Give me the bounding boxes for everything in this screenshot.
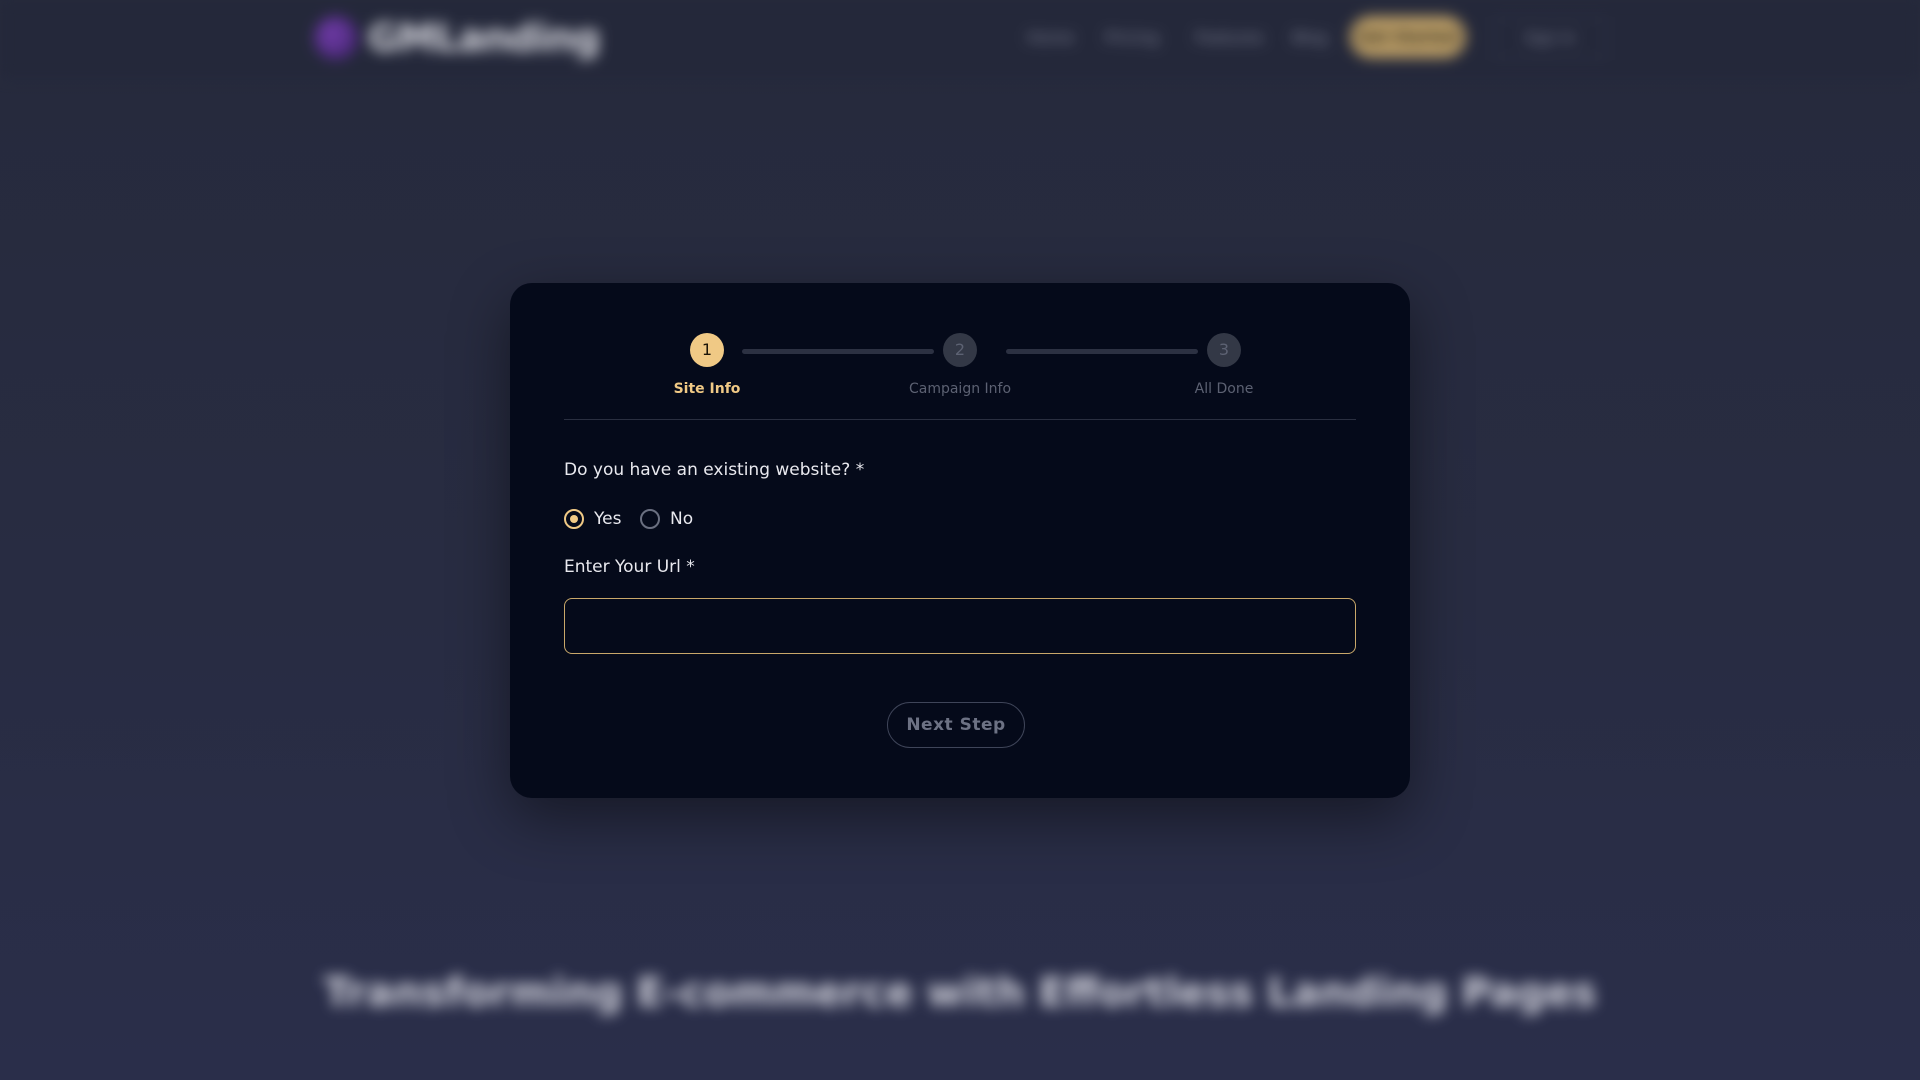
logo-icon: [314, 16, 358, 60]
sign-in-label: Sign In: [1524, 29, 1576, 47]
radio-no-indicator[interactable]: [640, 509, 660, 529]
nav-link-pricing[interactable]: Pricing: [1105, 28, 1159, 47]
step-3-label: All Done: [1194, 381, 1254, 397]
onboarding-modal: 1 2 3 Site Info Campaign Info All Done D…: [510, 283, 1410, 798]
radio-yes[interactable]: Yes: [564, 507, 621, 531]
step-1-circle: 1: [690, 333, 724, 367]
step-1-label: Site Info: [673, 381, 741, 397]
get-started-label: Get Started: [1358, 28, 1458, 46]
next-step-button[interactable]: Next Step: [887, 702, 1025, 748]
navbar: GMLanding Home Pricing Features Blog Get…: [0, 0, 1920, 78]
nav-link-features[interactable]: Features: [1195, 28, 1264, 47]
step-2-label: Campaign Info: [908, 381, 1012, 397]
radio-no[interactable]: No: [640, 507, 693, 531]
sign-in-button[interactable]: Sign In: [1494, 16, 1606, 60]
stepper: 1 2 3 Site Info Campaign Info All Done: [564, 283, 1356, 420]
step-2-circle: 2: [943, 333, 977, 367]
nav-link-home[interactable]: Home: [1027, 28, 1074, 47]
url-field-label: Enter Your Url *: [564, 557, 695, 577]
hero-title: Transforming E-commerce with Effortless …: [323, 970, 1597, 1016]
step-connector-1: [742, 349, 934, 354]
radio-no-label: No: [670, 509, 694, 529]
get-started-button[interactable]: Get Started: [1350, 16, 1466, 58]
radio-yes-indicator[interactable]: [564, 509, 584, 529]
nav-link-blog[interactable]: Blog: [1292, 28, 1327, 47]
step-3-circle: 3: [1207, 333, 1241, 367]
logo-text: GMLanding: [368, 16, 600, 60]
radio-yes-label: Yes: [594, 509, 622, 529]
step-connector-2: [1006, 349, 1198, 354]
url-input[interactable]: [564, 598, 1356, 654]
website-question: Do you have an existing website? *: [564, 460, 865, 480]
